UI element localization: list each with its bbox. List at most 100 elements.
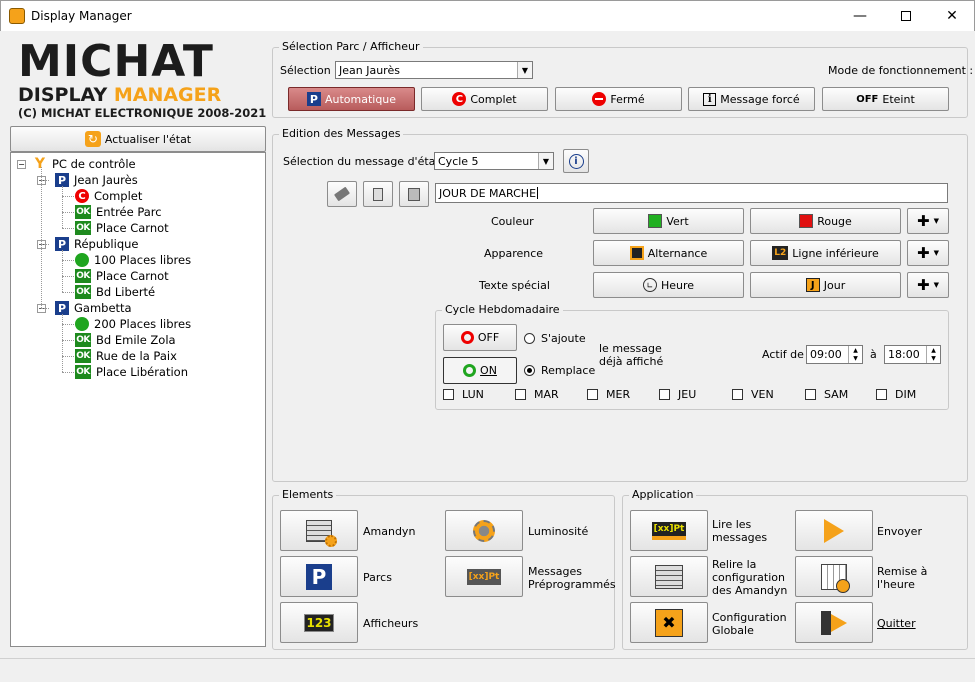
tree-root[interactable]: Y PC de contrôle <box>33 156 136 172</box>
day-checkbox-dim[interactable]: DIM <box>876 388 916 401</box>
minimize-button[interactable]: — <box>837 1 883 31</box>
refresh-button[interactable]: ↻ Actualiser l'état <box>10 126 266 152</box>
chevron-down-icon: ▼ <box>517 62 532 78</box>
mode-label: Mode de fonctionnement : <box>828 64 974 77</box>
messages-preprog-button[interactable]: [xx]Pt <box>445 556 523 597</box>
ok-icon: OK <box>75 221 91 235</box>
couleur-more-button[interactable]: ✚ ▼ <box>907 208 949 234</box>
afficheurs-label: Afficheurs <box>363 617 419 630</box>
app-icon <box>9 8 25 24</box>
paste-button[interactable] <box>399 181 429 207</box>
messages-preprog-label: Messages Préprogrammés <box>528 565 616 591</box>
maximize-button[interactable] <box>883 1 929 31</box>
sajoute-radio[interactable]: S'ajoute <box>524 332 586 345</box>
display-123-icon: 123 <box>304 613 334 632</box>
couleur-label: Couleur <box>491 215 534 228</box>
status-bar <box>0 658 975 682</box>
tree-park[interactable]: P République <box>55 236 139 252</box>
relire-config-label: Relire la configuration des Amandyn <box>712 558 788 597</box>
message-info-button[interactable]: i <box>563 149 589 173</box>
chevron-down-icon: ▼ <box>538 153 553 169</box>
calendar-clock-icon <box>821 563 850 593</box>
parking-icon: P <box>55 237 69 251</box>
jour-button[interactable]: J Jour <box>750 272 901 298</box>
ligne-inferieure-button[interactable]: L2 Ligne inférieure <box>750 240 901 266</box>
amandyn-button[interactable] <box>280 510 358 551</box>
tree-display[interactable]: 100 Places libres <box>75 252 191 268</box>
tree-park[interactable]: P Jean Jaurès <box>55 172 138 188</box>
day-checkbox-lun[interactable]: LUN <box>443 388 484 401</box>
texte-more-button[interactable]: ✚ ▼ <box>907 272 949 298</box>
tools-icon: ✖ <box>655 608 683 637</box>
mode-ferme-button[interactable]: Fermé <box>555 87 682 111</box>
color-green-button[interactable]: Vert <box>593 208 744 234</box>
lire-messages-label: Lire les messages <box>712 518 768 544</box>
quitter-button[interactable] <box>795 602 873 643</box>
message-text-input[interactable]: JOUR DE MARCHE <box>435 183 948 203</box>
collapse-toggle[interactable]: − <box>17 160 26 169</box>
day-checkbox-mar[interactable]: MAR <box>515 388 559 401</box>
refresh-icon: ↻ <box>84 131 101 147</box>
texte-special-label: Texte spécial <box>479 279 550 292</box>
lire-messages-button[interactable]: [xx]Pt <box>630 510 708 551</box>
l2-icon: L2 <box>772 246 789 260</box>
tree-display[interactable]: OK Place Libération <box>75 364 188 380</box>
no-entry-icon <box>592 92 607 106</box>
park-tree[interactable]: − Y PC de contrôle − P Jean Jaurès C Complet OK E… <box>10 152 266 647</box>
luminosite-button[interactable] <box>445 510 523 551</box>
mode-complet-button[interactable]: C Complet <box>421 87 548 111</box>
quitter-label: Quitter <box>877 617 916 630</box>
tree-display[interactable]: OK Rue de la Paix <box>75 348 177 364</box>
mode-automatique-button[interactable]: P Automatique <box>288 87 415 111</box>
day-checkbox-ven[interactable]: VEN <box>732 388 774 401</box>
day-checkbox-mer[interactable]: MER <box>587 388 630 401</box>
heure-button[interactable]: ∟ Heure <box>593 272 744 298</box>
apparence-more-button[interactable]: ✚ ▼ <box>907 240 949 266</box>
day-checkbox-jeu[interactable]: JEU <box>659 388 696 401</box>
plus-icon: ✚ <box>917 276 930 294</box>
tree-display[interactable]: OK Place Carnot <box>75 268 169 284</box>
clock-icon: ∟ <box>642 278 657 292</box>
spin-arrows-icon: ▲ ▼ <box>848 346 862 363</box>
on-ring-icon <box>463 364 477 377</box>
copy-button[interactable] <box>363 181 393 207</box>
afficheurs-button[interactable]: 123 <box>280 602 358 643</box>
ok-icon: OK <box>75 365 91 379</box>
cycle-on-button[interactable]: ON <box>443 357 517 384</box>
cycle-off-button[interactable]: OFF <box>443 324 517 351</box>
remise-heure-button[interactable] <box>795 556 873 597</box>
mode-message-force-button[interactable]: i Message forcé <box>688 87 815 111</box>
day-checkbox-sam[interactable]: SAM <box>805 388 848 401</box>
tree-display[interactable]: OK Bd Emile Zola <box>75 332 176 348</box>
off-ring-icon <box>460 331 474 344</box>
erase-button[interactable] <box>327 181 357 207</box>
parcs-button[interactable]: P <box>280 556 358 597</box>
remplace-radio[interactable]: Remplace <box>524 364 595 377</box>
parking-icon: P <box>55 301 69 315</box>
tree-park[interactable]: P Gambetta <box>55 300 132 316</box>
eraser-icon <box>333 186 351 202</box>
tree-display[interactable]: 200 Places libres <box>75 316 191 332</box>
relire-config-button[interactable] <box>630 556 708 597</box>
message-select-combo[interactable]: Cycle 5 ▼ <box>434 152 554 170</box>
title-bar: Display Manager — ✕ <box>0 0 975 31</box>
logo: MICHAT DISPLAY MANAGER (C) MICHAT ELECTR… <box>18 38 267 122</box>
close-button[interactable]: ✕ <box>929 1 975 31</box>
tree-display[interactable]: OK Entrée Parc <box>75 204 162 220</box>
time-from-input[interactable]: 09:00 ▲ ▼ <box>806 345 863 364</box>
tree-display[interactable]: OK Bd Liberté <box>75 284 155 300</box>
tree-display[interactable]: OK Place Carnot <box>75 220 169 236</box>
config-globale-button[interactable]: ✖ <box>630 602 708 643</box>
mode-eteint-button[interactable]: OFF Eteint <box>822 87 949 111</box>
logo-copyright: (C) MICHAT ELECTRONIQUE 2008-2021 <box>18 106 267 120</box>
green-swatch-icon <box>648 214 663 228</box>
color-red-button[interactable]: Rouge <box>750 208 901 234</box>
alternance-button[interactable]: Alternance <box>593 240 744 266</box>
plus-icon: ✚ <box>917 244 930 262</box>
ok-icon: OK <box>75 285 91 299</box>
tree-display[interactable]: C Complet <box>75 188 142 204</box>
config-globale-label: Configuration Globale <box>712 611 787 637</box>
selection-combo[interactable]: Jean Jaurès ▼ <box>335 61 533 79</box>
time-to-input[interactable]: 18:00 ▲ ▼ <box>884 345 941 364</box>
envoyer-button[interactable] <box>795 510 873 551</box>
